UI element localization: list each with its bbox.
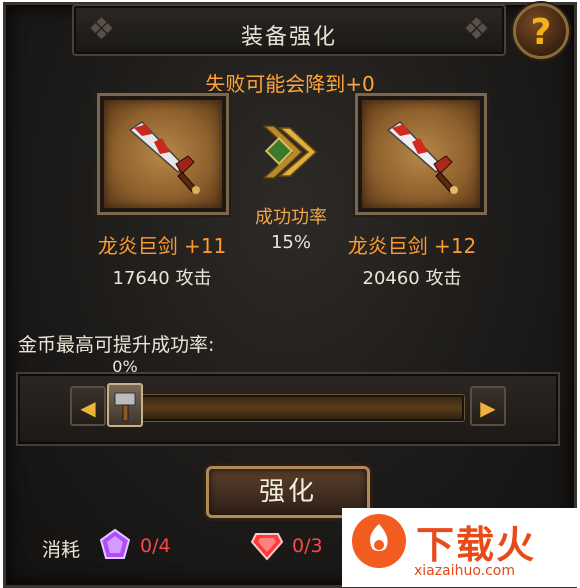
current-item-attack: 17640 攻击 bbox=[112, 268, 212, 289]
help-button[interactable]: ? bbox=[513, 3, 569, 59]
purple-gem-icon bbox=[99, 528, 131, 559]
watermark-domain: xiazaihuo.com bbox=[414, 563, 515, 579]
decrease-button[interactable]: ◀ bbox=[70, 386, 106, 426]
success-rate-label: 成功功率 bbox=[255, 207, 327, 228]
watermark-logo-icon bbox=[352, 514, 406, 568]
slider-percent: 0% bbox=[112, 357, 138, 376]
slider-handle[interactable] bbox=[107, 383, 143, 427]
hammer-icon bbox=[114, 392, 136, 422]
red-gem-count: 0/3 bbox=[292, 535, 323, 557]
cost-label: 消耗 bbox=[42, 539, 81, 561]
title-ornament-right: ❖ bbox=[463, 12, 490, 47]
target-item-slot[interactable] bbox=[358, 96, 484, 212]
right-arrow-icon: ▶ bbox=[480, 396, 496, 420]
watermark-text: 下载火 bbox=[416, 523, 537, 567]
left-arrow-icon: ◀ bbox=[80, 396, 96, 420]
watermark: 下载火 xiazaihuo.com bbox=[342, 508, 580, 587]
sword-icon bbox=[386, 121, 458, 194]
question-icon: ? bbox=[530, 12, 552, 53]
gold-slider-track[interactable] bbox=[110, 395, 464, 421]
target-item-attack: 20460 攻击 bbox=[362, 268, 462, 289]
title-bar: ❖ 装备强化 ❖ bbox=[72, 4, 506, 56]
increase-button[interactable]: ▶ bbox=[470, 386, 506, 426]
gold-boost-label: 金币最高可提升成功率: bbox=[18, 334, 215, 356]
failure-warning: 失败可能会降到+0 bbox=[205, 72, 375, 96]
purple-gem-count: 0/4 bbox=[140, 535, 171, 557]
sword-icon bbox=[128, 121, 200, 194]
current-item-slot[interactable] bbox=[100, 96, 226, 212]
upgrade-arrow-icon bbox=[262, 125, 318, 179]
red-gem-icon bbox=[250, 533, 284, 561]
current-item-name: 龙炎巨剑 +11 bbox=[97, 234, 227, 258]
target-item-name: 龙炎巨剑 +12 bbox=[347, 234, 477, 258]
page-title: 装备强化 bbox=[240, 25, 337, 50]
